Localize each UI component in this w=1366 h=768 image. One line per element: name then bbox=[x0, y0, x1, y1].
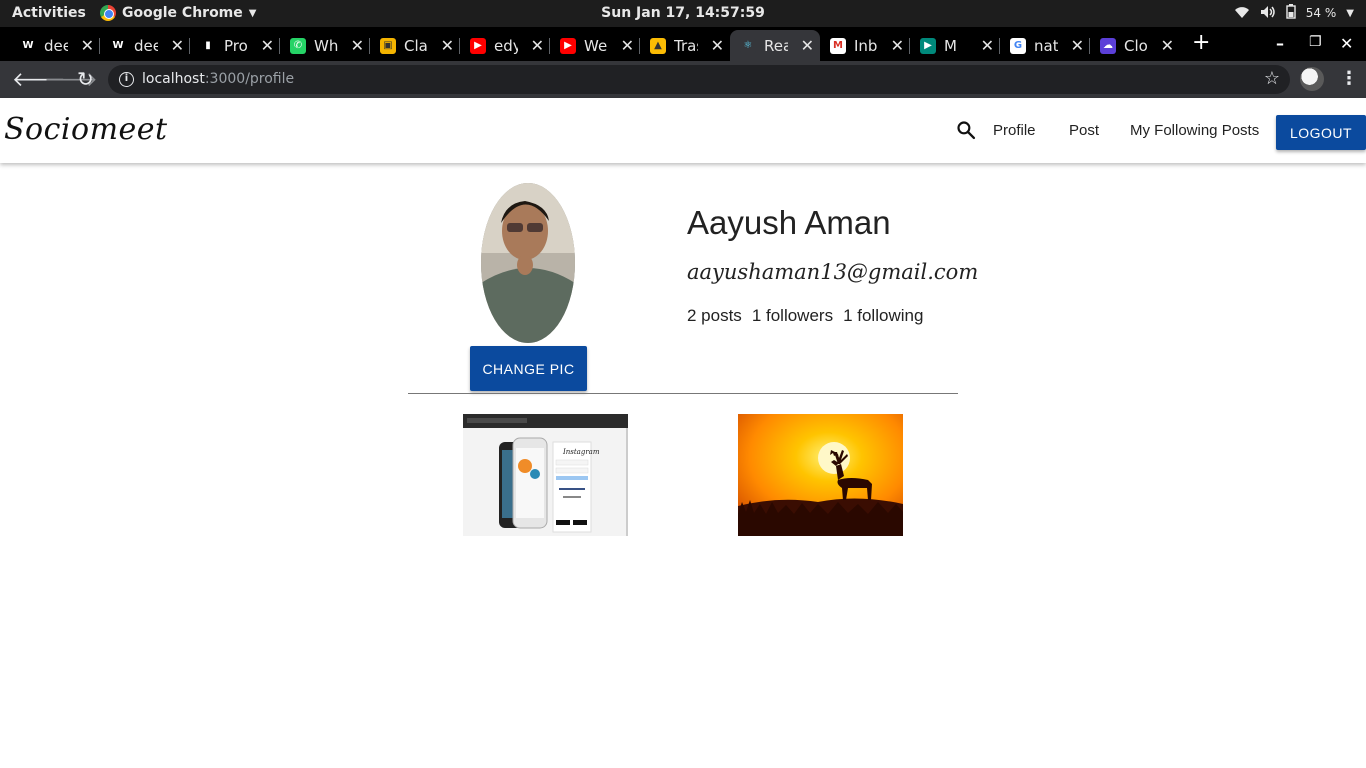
deer-sunset-post[interactable] bbox=[738, 414, 903, 536]
close-icon[interactable]: ✕ bbox=[981, 36, 994, 55]
close-icon[interactable]: ✕ bbox=[621, 36, 634, 55]
battery-icon bbox=[1286, 4, 1296, 22]
close-icon[interactable]: ✕ bbox=[441, 36, 454, 55]
nav-link-following-posts[interactable]: My Following Posts bbox=[1130, 122, 1259, 139]
app-name: Google Chrome bbox=[122, 5, 243, 21]
close-icon[interactable]: ✕ bbox=[1071, 36, 1084, 55]
following-count: 1 following bbox=[843, 306, 924, 325]
nav-link-profile[interactable]: Profile bbox=[993, 122, 1036, 139]
close-icon[interactable]: ✕ bbox=[171, 36, 184, 55]
followers-count: 1 followers bbox=[751, 306, 834, 325]
profile-email: aayushaman13@gmail.com bbox=[687, 260, 979, 284]
nav-link-post[interactable]: Post bbox=[1069, 122, 1099, 139]
google-icon: G bbox=[1010, 37, 1026, 54]
tab-label: Rea bbox=[764, 36, 788, 55]
browser-profile-avatar[interactable] bbox=[1300, 67, 1324, 91]
tab-7[interactable]: ▶ Wei ✕ bbox=[550, 30, 640, 61]
tab-label: Prof bbox=[224, 36, 248, 55]
activities-button[interactable]: Activities bbox=[12, 5, 86, 21]
tab-strip: Wdeep ✕ Wdeep ✕ ▮ Prof ✕ ✆ What ✕ ▣ Class ✕ ▶ edyt ✕ ▶ We… bbox=[0, 27, 1366, 61]
w-icon: W bbox=[110, 37, 126, 54]
close-icon[interactable]: ✕ bbox=[891, 36, 904, 55]
battery-percent: 54 % bbox=[1305, 6, 1337, 20]
tab-9[interactable]: ⚛ Rea ✕ bbox=[730, 30, 820, 61]
url-text[interactable]: localhost:3000/profile bbox=[142, 71, 294, 87]
close-icon[interactable]: ✕ bbox=[1161, 36, 1174, 55]
url-path: :3000/profile bbox=[204, 71, 295, 87]
posts-count: 2 posts bbox=[687, 306, 742, 325]
tab-label: Wei bbox=[584, 36, 608, 55]
react-icon: ⚛ bbox=[740, 37, 756, 54]
youtube-icon: ▶ bbox=[470, 37, 486, 54]
profile-stats: 2 posts 1 followers 1 following bbox=[687, 306, 923, 326]
close-icon[interactable]: ✕ bbox=[531, 36, 544, 55]
tab-12[interactable]: Gnatu ✕ bbox=[1000, 30, 1090, 61]
tab-label: edyt bbox=[494, 36, 518, 55]
reload-icon[interactable]: ↻ bbox=[77, 67, 94, 91]
youtube-icon: ▶ bbox=[560, 37, 576, 54]
tab-label: Tras bbox=[674, 36, 698, 55]
tab-label: Inbo bbox=[854, 36, 878, 55]
minimize-button[interactable]: – bbox=[1276, 34, 1284, 53]
tab-2[interactable]: Wdeep ✕ bbox=[100, 30, 190, 61]
tab-label: natu bbox=[1034, 36, 1058, 55]
close-icon[interactable]: ✕ bbox=[711, 36, 724, 55]
chevron-down-icon: ▼ bbox=[1346, 7, 1354, 19]
volume-icon bbox=[1260, 5, 1276, 22]
change-pic-button[interactable]: CHANGE PIC bbox=[470, 346, 587, 391]
app-navbar: Sociomeet Profile Post My Following Post… bbox=[0, 98, 1366, 163]
svg-text:Instagram: Instagram bbox=[562, 448, 600, 456]
tab-label: deep bbox=[134, 36, 158, 55]
tab-label: Class bbox=[404, 36, 428, 55]
system-tray[interactable]: 54 % ▼ bbox=[1234, 4, 1354, 22]
bookmark-star-icon[interactable]: ☆ bbox=[1264, 68, 1280, 89]
instagram-screenshot-post[interactable]: Instagram bbox=[463, 414, 628, 536]
w-icon: W bbox=[20, 37, 36, 54]
browser-toolbar: 🡐 🡒 ↻ i localhost:3000/profile ☆ ⋮ bbox=[0, 61, 1366, 98]
close-window-button[interactable]: ✕ bbox=[1340, 34, 1353, 53]
close-icon[interactable]: ✕ bbox=[351, 36, 364, 55]
tab-label: M bbox=[944, 36, 957, 55]
profile-divider bbox=[408, 393, 958, 394]
tab-1[interactable]: Wdeep ✕ bbox=[10, 30, 100, 61]
close-icon[interactable]: ✕ bbox=[261, 36, 274, 55]
chrome-icon bbox=[100, 5, 116, 21]
tab-11[interactable]: ▶ M ✕ bbox=[910, 30, 1000, 61]
search-icon[interactable] bbox=[956, 120, 976, 140]
app-menu[interactable]: Google Chrome ▼ bbox=[100, 5, 256, 21]
url-host: localhost bbox=[142, 71, 205, 87]
classroom-icon: ▣ bbox=[380, 37, 396, 54]
profile-picture bbox=[481, 183, 575, 343]
chevron-down-icon: ▼ bbox=[248, 7, 257, 19]
logout-button[interactable]: LOGOUT bbox=[1276, 115, 1366, 150]
more-menu-icon[interactable]: ⋮ bbox=[1340, 68, 1358, 89]
profile-name: Aayush Aman bbox=[687, 204, 891, 241]
restore-button[interactable]: ❐ bbox=[1309, 34, 1322, 50]
cloud-icon: ☁ bbox=[1100, 37, 1116, 54]
info-icon[interactable]: i bbox=[119, 72, 134, 87]
tab-8[interactable]: ▲ Tras ✕ bbox=[640, 30, 730, 61]
wifi-icon bbox=[1234, 5, 1250, 22]
whatsapp-icon: ✆ bbox=[290, 37, 306, 54]
tab-3[interactable]: ▮ Prof ✕ bbox=[190, 30, 280, 61]
tab-4[interactable]: ✆ What ✕ bbox=[280, 30, 370, 61]
bar-chart-icon: ▮ bbox=[200, 37, 216, 54]
brand-logo[interactable]: Sociomeet bbox=[4, 112, 168, 147]
address-bar[interactable]: i localhost:3000/profile ☆ bbox=[108, 65, 1290, 94]
drive-icon: ▲ bbox=[650, 37, 666, 54]
close-icon[interactable]: ✕ bbox=[81, 36, 94, 55]
tab-10[interactable]: M Inbo ✕ bbox=[820, 30, 910, 61]
gmail-icon: M bbox=[830, 37, 846, 54]
tab-5[interactable]: ▣ Class ✕ bbox=[370, 30, 460, 61]
close-icon[interactable]: ✕ bbox=[801, 36, 814, 55]
meet-icon: ▶ bbox=[920, 37, 936, 54]
tab-6[interactable]: ▶ edyt ✕ bbox=[460, 30, 550, 61]
tab-label: Clou bbox=[1124, 36, 1148, 55]
tab-13[interactable]: ☁ Clou ✕ bbox=[1090, 30, 1180, 61]
system-top-bar: Activities Google Chrome ▼ Sun Jan 17, 1… bbox=[0, 0, 1366, 27]
tab-label: deep bbox=[44, 36, 68, 55]
tab-label: What bbox=[314, 36, 338, 55]
new-tab-button[interactable]: + bbox=[1192, 30, 1210, 55]
